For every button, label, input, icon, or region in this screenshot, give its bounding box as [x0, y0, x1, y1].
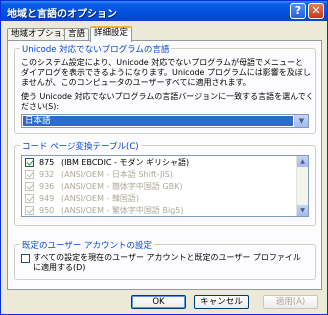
language-select-label: 使う Unicode 対応でないプログラムの言語バージョンに一致する言語を選んで…: [21, 92, 314, 111]
unicode-language-group: Unicode 対応でないプログラムの言語 このシステム設定により、Unicod…: [14, 43, 316, 134]
cancel-button[interactable]: キャンセル: [194, 295, 249, 309]
chevron-down-icon[interactable]: ▼: [294, 115, 308, 127]
checkbox-checked-icon: [25, 170, 34, 179]
checkbox-checked-icon: [25, 206, 34, 215]
title-bar[interactable]: 地域と言語のオプション ? ✕: [1, 1, 327, 21]
unicode-description: このシステム設定により、Unicode 対応でないプログラムが母語でメニューとダ…: [21, 58, 311, 87]
default-user-group-title: 既定のユーザー アカウントの設定: [20, 239, 155, 251]
window-title: 地域と言語のオプション: [7, 9, 117, 20]
language-select[interactable]: 日本語 ▼: [21, 114, 309, 128]
apply-to-default-checkbox[interactable]: [21, 254, 30, 263]
codepage-group-title: コード ページ変換テーブル(C): [20, 140, 141, 152]
tab-advanced[interactable]: 詳細設定: [90, 26, 133, 42]
dialog-window: 地域と言語のオプション ? ✕ 地域オプション 言語 詳細設定 Unicode …: [0, 0, 328, 315]
apply-button[interactable]: 適用(A): [263, 295, 318, 309]
codepage-list-scrollbar[interactable]: ▲ ▼: [296, 156, 308, 216]
checkbox-checked-icon: [25, 194, 34, 203]
tab-panel-advanced: Unicode 対応でないプログラムの言語 このシステム設定により、Unicod…: [7, 40, 322, 290]
scroll-down-icon[interactable]: ▼: [297, 205, 308, 216]
codepage-group: コード ページ変換テーブル(C) 875 (IBM EBCDIC - モダン ギ…: [14, 140, 316, 226]
apply-to-default-label[interactable]: すべての設定を現在のユーザー アカウントと既定のユーザー プロファイルに適用する…: [33, 253, 305, 273]
close-button[interactable]: ✕: [308, 3, 324, 19]
checkbox-checked-icon[interactable]: [25, 158, 34, 167]
scroll-up-icon[interactable]: ▲: [297, 156, 308, 167]
language-select-value: 日本語: [23, 116, 293, 126]
help-button[interactable]: ?: [290, 3, 306, 19]
unicode-group-title: Unicode 対応でないプログラムの言語: [20, 43, 172, 55]
checkbox-checked-icon: [25, 182, 34, 191]
codepage-list[interactable]: 875 (IBM EBCDIC - モダン ギリシャ語) 932 (ANSI/O…: [21, 155, 309, 217]
default-user-group: 既定のユーザー アカウントの設定 すべての設定を現在のユーザー アカウントと既定…: [14, 239, 316, 280]
ok-button[interactable]: OK: [131, 295, 186, 309]
